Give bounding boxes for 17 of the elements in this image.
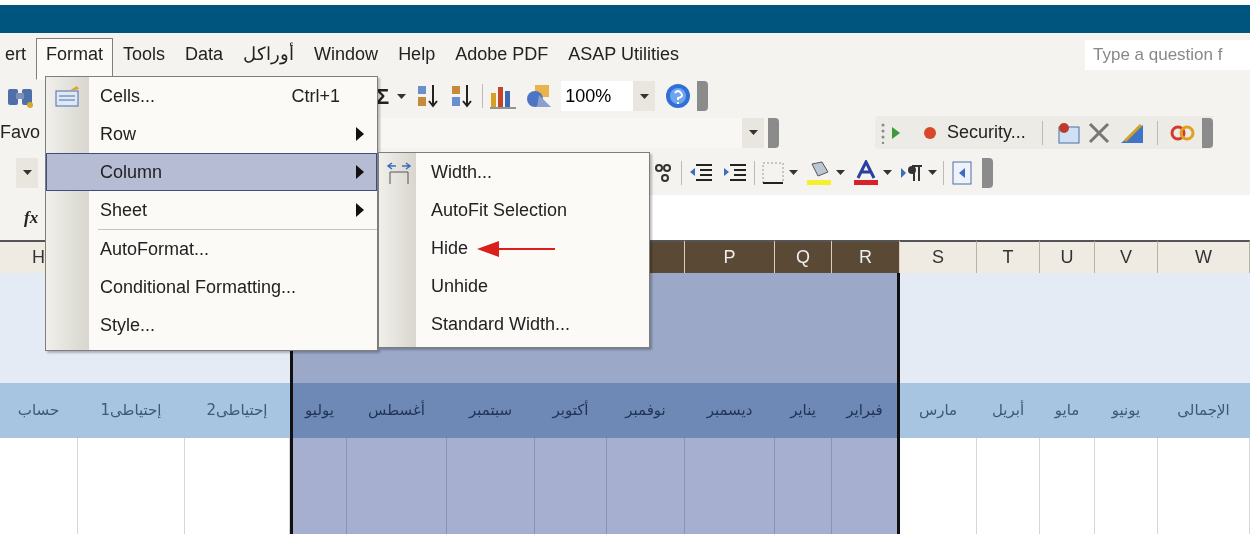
table-cell: أغسطس	[347, 383, 447, 438]
table-cell: فبراير	[832, 383, 900, 438]
table-cell: إحتياطى2	[185, 383, 290, 438]
table-cell: مايو	[1040, 383, 1095, 438]
table-cell: يناير	[775, 383, 832, 438]
table-cell: ديسمبر	[685, 383, 775, 438]
table-cell: إحتياطى1	[78, 383, 185, 438]
favorites-label: Favo	[0, 121, 41, 144]
table-cell: نوفمبر	[607, 383, 685, 438]
table-cell: الإجمالى	[1158, 383, 1250, 438]
table-cell: سبتمبر	[447, 383, 535, 438]
table-cell: يونيو	[1095, 383, 1158, 438]
table-cell: مارس	[900, 383, 977, 438]
table-cell: أبريل	[977, 383, 1040, 438]
table-cell: أكتوبر	[535, 383, 607, 438]
table-cell: حساب	[0, 383, 78, 438]
table-cell: يوليو	[290, 383, 347, 438]
